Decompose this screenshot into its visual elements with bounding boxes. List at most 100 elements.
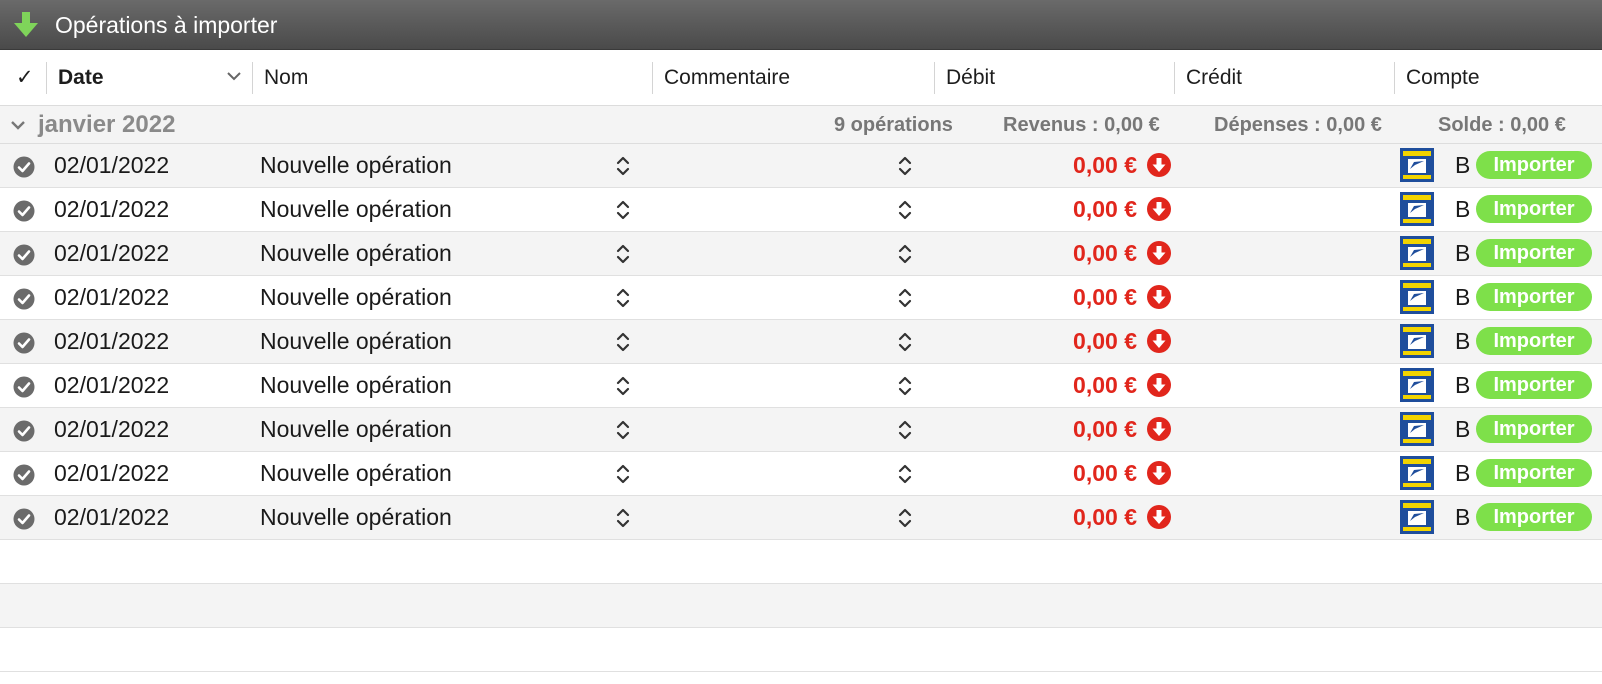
- debit-down-arrow-icon: [1147, 329, 1171, 353]
- row-date: 02/01/2022: [54, 416, 170, 442]
- row-nom[interactable]: Nouvelle opération: [260, 276, 452, 319]
- checked-icon[interactable]: [13, 244, 35, 266]
- bank-logo-icon: [1400, 368, 1434, 402]
- table-row[interactable]: 02/01/2022 Nouvelle opération 0,00 € B I…: [0, 496, 1602, 540]
- nom-stepper-icon[interactable]: [615, 419, 631, 441]
- column-separator[interactable]: [46, 62, 47, 94]
- nom-stepper-icon[interactable]: [615, 287, 631, 309]
- bank-logo-icon: [1400, 192, 1434, 226]
- importer-button[interactable]: Importer: [1476, 327, 1592, 355]
- bank-logo-icon: [1400, 148, 1434, 182]
- column-separator[interactable]: [1394, 62, 1395, 94]
- commentaire-stepper-icon[interactable]: [897, 419, 913, 441]
- nom-stepper-icon[interactable]: [615, 507, 631, 529]
- table-row[interactable]: 02/01/2022 Nouvelle opération 0,00 € B I…: [0, 320, 1602, 364]
- importer-button[interactable]: Importer: [1476, 151, 1592, 179]
- column-commentaire[interactable]: Commentaire: [664, 50, 790, 106]
- commentaire-stepper-icon[interactable]: [897, 199, 913, 221]
- debit-down-arrow-icon: [1147, 417, 1171, 441]
- row-compte: B: [1455, 504, 1471, 530]
- importer-button[interactable]: Importer: [1476, 239, 1592, 267]
- importer-button[interactable]: Importer: [1476, 459, 1592, 487]
- bank-logo-icon: [1400, 412, 1434, 446]
- column-nom[interactable]: Nom: [264, 50, 308, 106]
- checked-icon[interactable]: [13, 288, 35, 310]
- group-header[interactable]: janvier 2022 9 opérations Revenus : 0,00…: [0, 106, 1602, 144]
- row-date: 02/01/2022: [54, 328, 170, 354]
- row-debit: 0,00 €: [1073, 416, 1137, 442]
- checked-icon[interactable]: [13, 464, 35, 486]
- commentaire-stepper-icon[interactable]: [897, 507, 913, 529]
- commentaire-stepper-icon[interactable]: [897, 155, 913, 177]
- commentaire-stepper-icon[interactable]: [897, 331, 913, 353]
- column-debit[interactable]: Débit: [946, 50, 995, 106]
- row-debit: 0,00 €: [1073, 328, 1137, 354]
- importer-button[interactable]: Importer: [1476, 371, 1592, 399]
- empty-row: [0, 628, 1602, 672]
- table-row[interactable]: 02/01/2022 Nouvelle opération 0,00 € B I…: [0, 188, 1602, 232]
- column-credit[interactable]: Crédit: [1186, 50, 1242, 106]
- column-compte[interactable]: Compte: [1406, 50, 1480, 106]
- row-date: 02/01/2022: [54, 196, 170, 222]
- nom-stepper-icon[interactable]: [615, 463, 631, 485]
- row-nom[interactable]: Nouvelle opération: [260, 496, 452, 539]
- group-count: 9 opérations: [834, 114, 953, 136]
- import-window: Opérations à importer ✓ Date Nom Comment…: [0, 0, 1602, 684]
- nom-stepper-icon[interactable]: [615, 375, 631, 397]
- row-date: 02/01/2022: [54, 284, 170, 310]
- importer-button[interactable]: Importer: [1476, 503, 1592, 531]
- row-compte: B: [1455, 196, 1471, 222]
- row-debit: 0,00 €: [1073, 196, 1137, 222]
- column-date[interactable]: Date: [58, 50, 242, 106]
- column-header: ✓ Date Nom Commentaire Débit Crédit Comp…: [0, 50, 1602, 106]
- table-row[interactable]: 02/01/2022 Nouvelle opération 0,00 € B I…: [0, 452, 1602, 496]
- checked-icon[interactable]: [13, 420, 35, 442]
- importer-button[interactable]: Importer: [1476, 415, 1592, 443]
- row-nom[interactable]: Nouvelle opération: [260, 144, 452, 187]
- debit-down-arrow-icon: [1147, 505, 1171, 529]
- debit-down-arrow-icon: [1147, 285, 1171, 309]
- row-compte: B: [1455, 460, 1471, 486]
- column-separator[interactable]: [652, 62, 653, 94]
- checked-icon[interactable]: [13, 508, 35, 530]
- row-nom[interactable]: Nouvelle opération: [260, 320, 452, 363]
- row-nom[interactable]: Nouvelle opération: [260, 364, 452, 407]
- row-nom[interactable]: Nouvelle opération: [260, 188, 452, 231]
- row-compte: B: [1455, 240, 1471, 266]
- debit-down-arrow-icon: [1147, 197, 1171, 221]
- checked-icon[interactable]: [13, 376, 35, 398]
- collapse-chevron-icon[interactable]: [9, 117, 27, 135]
- checked-icon[interactable]: [13, 156, 35, 178]
- nom-stepper-icon[interactable]: [615, 331, 631, 353]
- row-nom[interactable]: Nouvelle opération: [260, 408, 452, 451]
- nom-stepper-icon[interactable]: [615, 243, 631, 265]
- row-compte: B: [1455, 372, 1471, 398]
- column-separator[interactable]: [1174, 62, 1175, 94]
- row-date: 02/01/2022: [54, 240, 170, 266]
- table-row[interactable]: 02/01/2022 Nouvelle opération 0,00 € B I…: [0, 276, 1602, 320]
- column-separator[interactable]: [934, 62, 935, 94]
- nom-stepper-icon[interactable]: [615, 199, 631, 221]
- commentaire-stepper-icon[interactable]: [897, 287, 913, 309]
- table-row[interactable]: 02/01/2022 Nouvelle opération 0,00 € B I…: [0, 364, 1602, 408]
- column-check[interactable]: ✓: [16, 50, 46, 106]
- importer-button[interactable]: Importer: [1476, 283, 1592, 311]
- column-separator[interactable]: [252, 62, 253, 94]
- debit-down-arrow-icon: [1147, 241, 1171, 265]
- table-row[interactable]: 02/01/2022 Nouvelle opération 0,00 € B I…: [0, 408, 1602, 452]
- table-row[interactable]: 02/01/2022 Nouvelle opération 0,00 € B I…: [0, 144, 1602, 188]
- table-row[interactable]: 02/01/2022 Nouvelle opération 0,00 € B I…: [0, 232, 1602, 276]
- row-nom[interactable]: Nouvelle opération: [260, 452, 452, 495]
- checked-icon[interactable]: [13, 332, 35, 354]
- commentaire-stepper-icon[interactable]: [897, 463, 913, 485]
- commentaire-stepper-icon[interactable]: [897, 375, 913, 397]
- nom-stepper-icon[interactable]: [615, 155, 631, 177]
- bank-logo-icon: [1400, 324, 1434, 358]
- commentaire-stepper-icon[interactable]: [897, 243, 913, 265]
- checked-icon[interactable]: [13, 200, 35, 222]
- empty-row: [0, 584, 1602, 628]
- row-nom[interactable]: Nouvelle opération: [260, 232, 452, 275]
- row-debit: 0,00 €: [1073, 240, 1137, 266]
- empty-row: [0, 540, 1602, 584]
- importer-button[interactable]: Importer: [1476, 195, 1592, 223]
